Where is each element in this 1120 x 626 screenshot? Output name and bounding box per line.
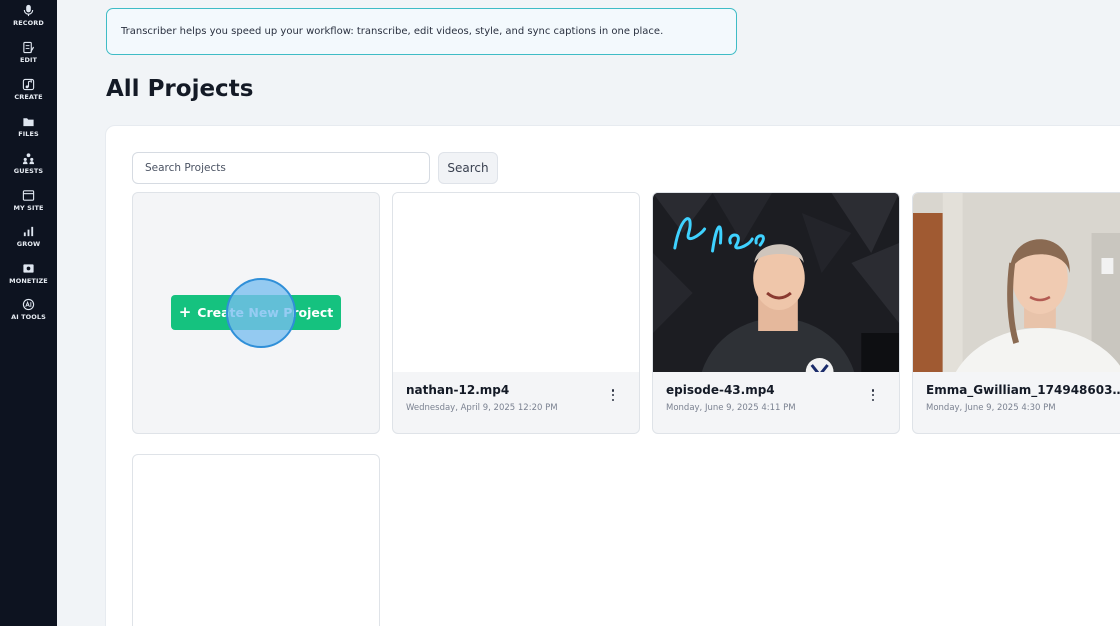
project-card-placeholder [132, 454, 380, 626]
nav-edit-label: EDIT [19, 56, 38, 64]
nav-monetize-label: MONETIZE [9, 277, 48, 285]
create-new-project-button[interactable]: + Create New Project [171, 295, 341, 330]
page-title: All Projects [106, 76, 254, 102]
search-input[interactable] [132, 152, 430, 184]
nav-edit[interactable]: EDIT [0, 41, 57, 64]
sidebar: RECORD EDIT CREATE FILES GUESTS MY SITE … [0, 0, 57, 626]
project-thumbnail [393, 193, 639, 372]
search-button[interactable]: Search [438, 152, 498, 184]
project-date: Monday, June 9, 2025 4:30 PM [926, 403, 1056, 413]
bar-chart-icon [23, 226, 34, 237]
nav-ai-tools[interactable]: AI TOOLS [0, 298, 57, 321]
plus-icon: + [178, 303, 192, 321]
create-new-project-label: Create New Project [197, 305, 334, 320]
music-note-icon [22, 78, 35, 91]
nav-create-label: CREATE [14, 93, 43, 101]
microphone-icon [23, 4, 34, 17]
nav-ai-tools-label: AI TOOLS [11, 313, 46, 321]
ai-sparkle-icon [22, 298, 35, 311]
info-banner-text: Transcriber helps you speed up your work… [121, 26, 664, 37]
project-title: episode-43.mp4 [666, 383, 775, 397]
project-card[interactable]: Emma_Gwilliam_17494860327... Monday, Jun… [912, 192, 1120, 434]
nav-monetize[interactable]: MONETIZE [0, 262, 57, 285]
nav-guests-label: GUESTS [13, 167, 44, 175]
nav-record-label: RECORD [13, 19, 44, 27]
project-title: Emma_Gwilliam_17494860327... [926, 383, 1120, 397]
film-edit-icon [23, 41, 35, 54]
nav-my-site[interactable]: MY SITE [0, 189, 57, 212]
money-icon [23, 264, 34, 273]
project-thumbnail [653, 193, 899, 372]
project-date: Monday, June 9, 2025 4:11 PM [666, 403, 796, 413]
nav-files-label: FILES [18, 130, 39, 138]
nav-guests[interactable]: GUESTS [0, 152, 57, 175]
nav-my-site-label: MY SITE [13, 204, 44, 212]
project-title: nathan-12.mp4 [406, 383, 510, 397]
project-card[interactable]: episode-43.mp4 Monday, June 9, 2025 4:11… [652, 192, 900, 434]
nav-grow[interactable]: GROW [0, 225, 57, 248]
browser-window-icon [22, 190, 35, 201]
nav-files[interactable]: FILES [0, 115, 57, 138]
people-icon [22, 153, 35, 165]
nav-create[interactable]: CREATE [0, 78, 57, 101]
info-banner: Transcriber helps you speed up your work… [106, 8, 737, 55]
video-thumbnail-image [653, 193, 899, 372]
more-options-icon[interactable] [867, 387, 879, 403]
nav-record[interactable]: RECORD [0, 4, 57, 27]
project-card[interactable]: nathan-12.mp4 Wednesday, April 9, 2025 1… [392, 192, 640, 434]
video-thumbnail-image [913, 193, 1120, 372]
project-thumbnail [913, 193, 1120, 372]
nav-grow-label: GROW [16, 240, 41, 248]
more-options-icon[interactable] [607, 387, 619, 403]
folder-icon [23, 118, 34, 127]
project-date: Wednesday, April 9, 2025 12:20 PM [406, 403, 558, 413]
